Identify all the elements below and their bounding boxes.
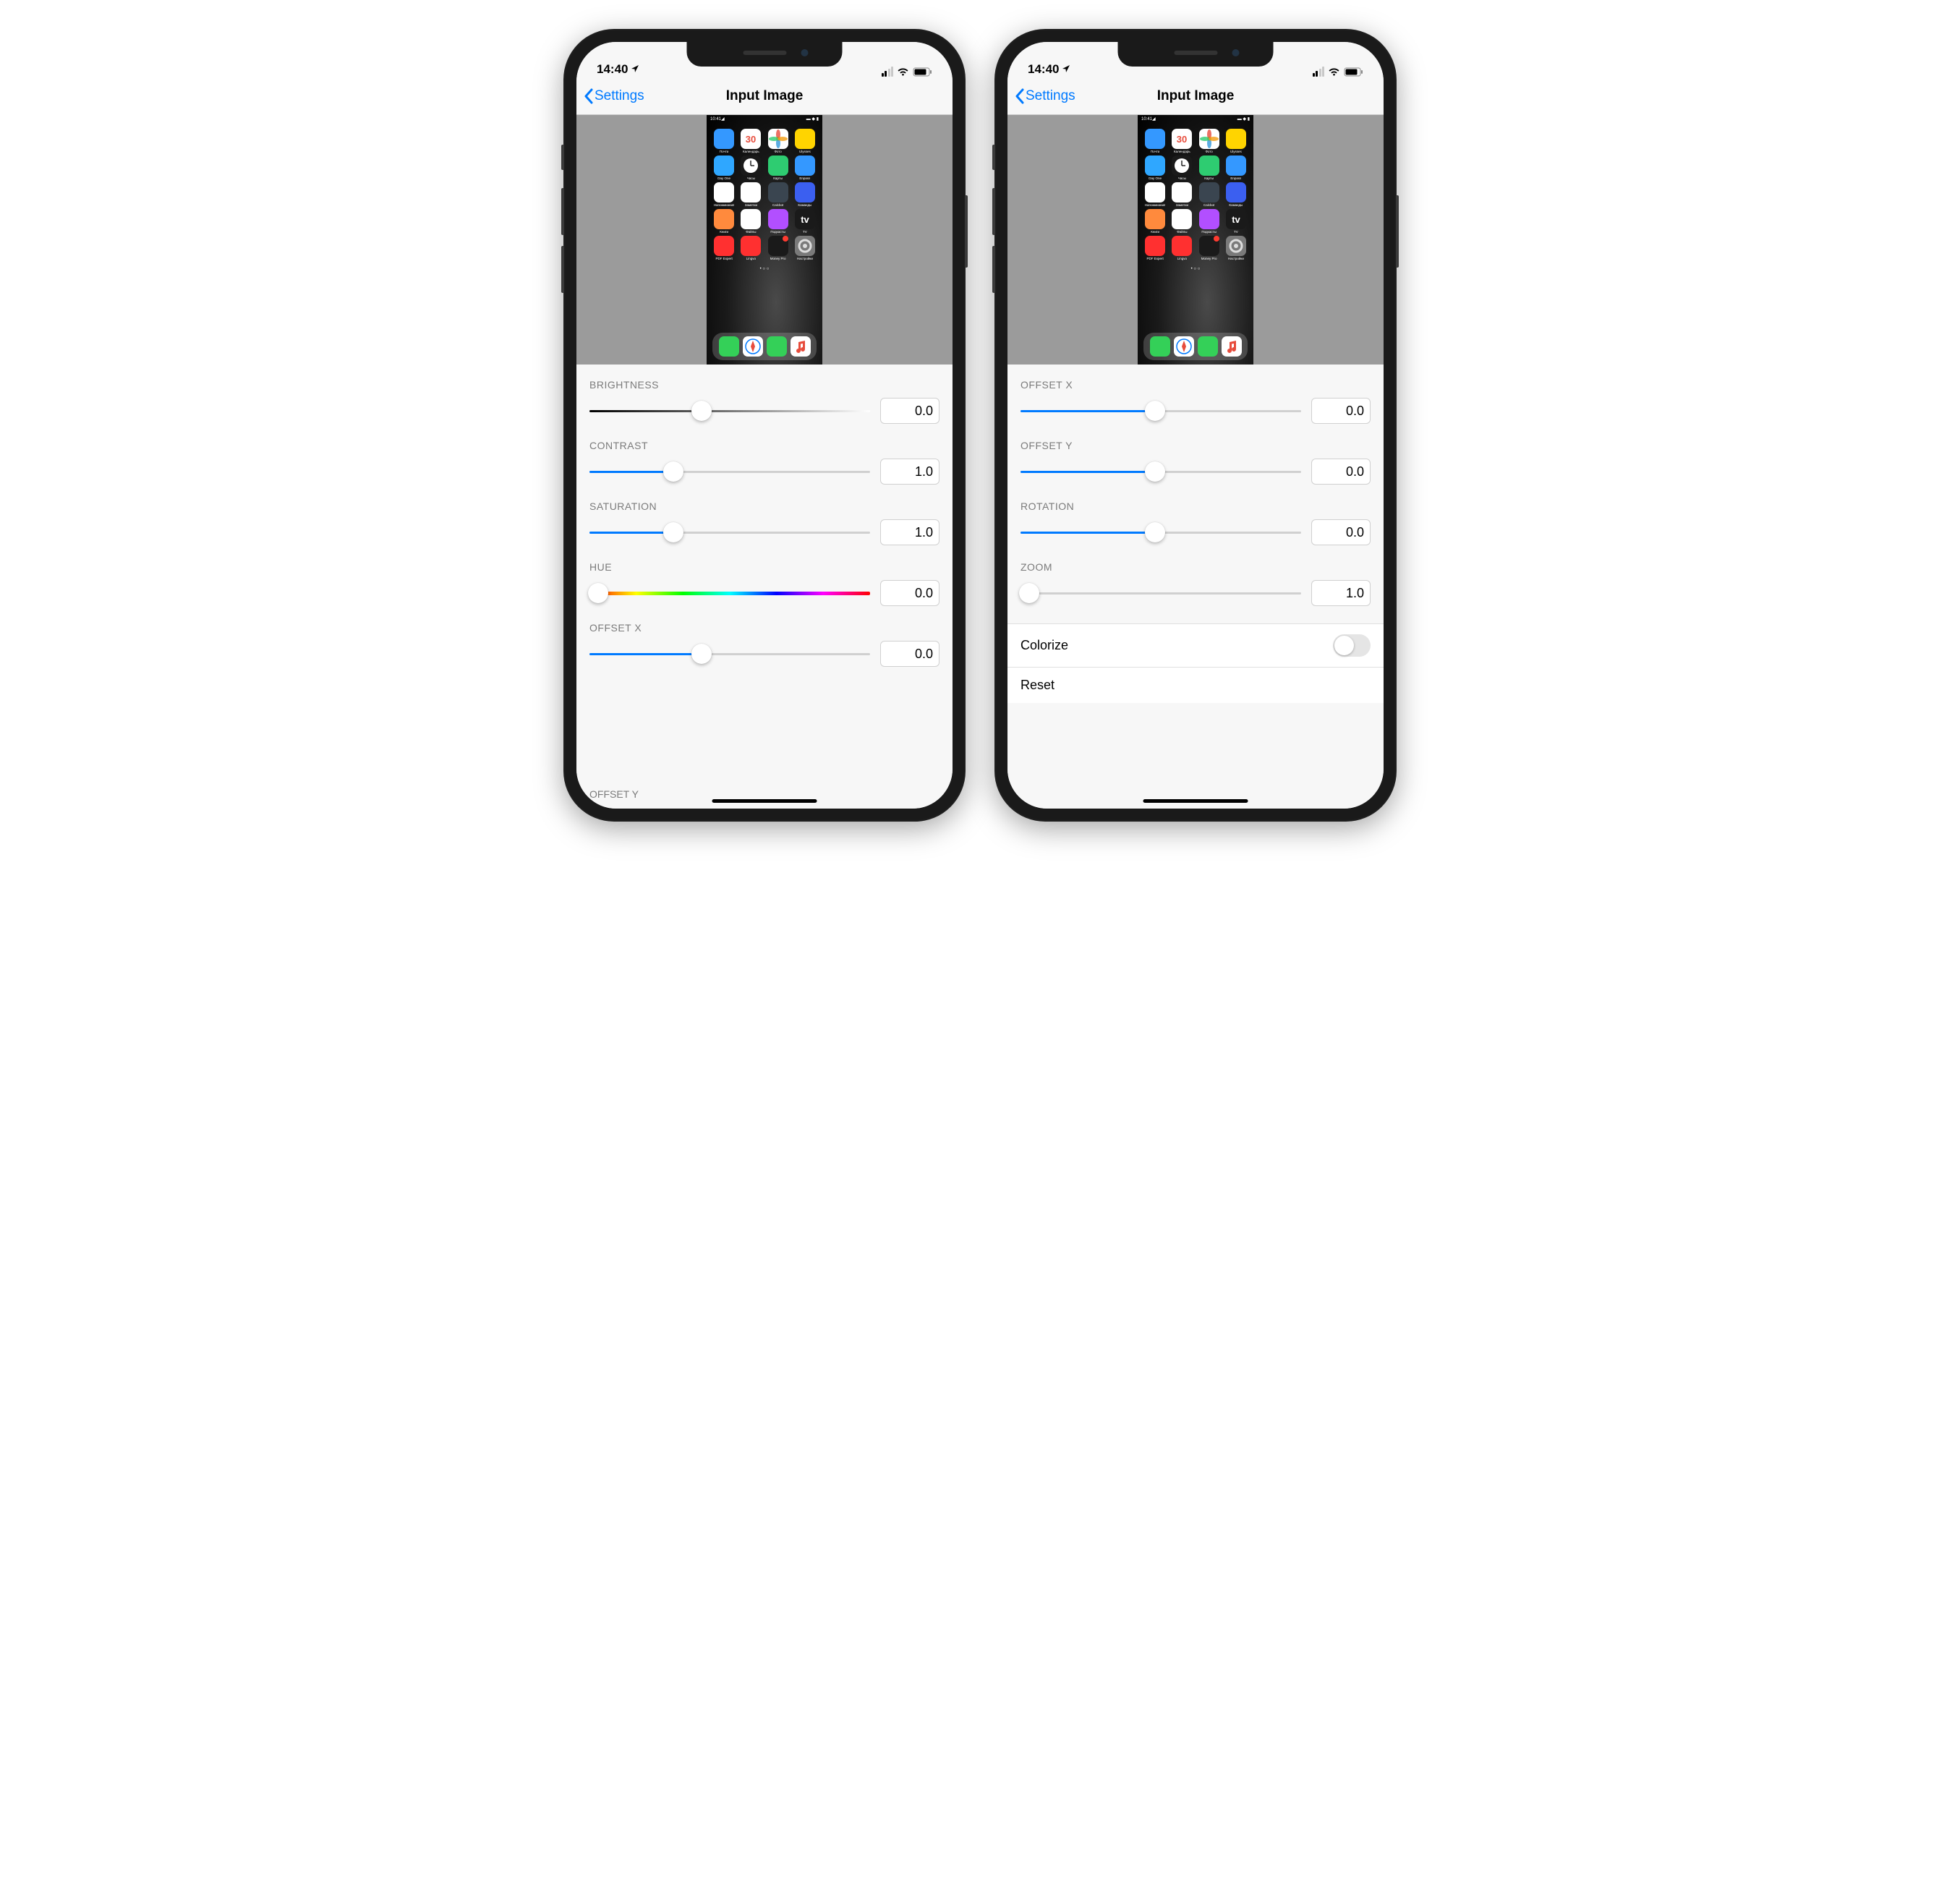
slider-label: OFFSET X [589,622,939,634]
slider-hue: HUE 0.0 [576,555,953,616]
notch [687,42,843,67]
slider-label: SATURATION [589,500,939,512]
slider-value[interactable]: 0.0 [1311,459,1371,485]
slider-zoom: ZOOM 1.0 [1007,555,1384,616]
slider-value[interactable]: 0.0 [880,398,939,424]
back-label: Settings [1026,88,1075,104]
slider-offset-y: OFFSET Y 0.0 [1007,434,1384,495]
slider-rotation: ROTATION 0.0 [1007,495,1384,555]
slider-label: BRIGHTNESS [589,379,939,391]
location-icon [1062,62,1070,77]
slider-value[interactable]: 0.0 [1311,398,1371,424]
slider-label: HUE [589,561,939,573]
image-preview[interactable]: 10:41◢▬ ◆ ▮Почта30КалендарьФотоUlyssesDa… [1007,115,1384,365]
slider-track[interactable] [1021,461,1301,482]
slider-track[interactable] [589,522,870,542]
slider-saturation: SATURATION 1.0 [576,495,953,555]
nav-bar: Settings Input Image [1007,78,1384,115]
notch [1118,42,1274,67]
phone-left: 14:40 Settings Input Image [563,29,966,822]
wifi-icon [1328,67,1340,77]
wifi-icon [897,67,909,77]
slider-label: ROTATION [1021,500,1371,512]
nav-bar: Settings Input Image [576,78,953,115]
status-time: 14:40 [1028,62,1059,77]
home-indicator[interactable] [1143,799,1248,803]
slider-track[interactable] [1021,583,1301,603]
phone-right: 14:40 Settings Input Image [994,29,1397,822]
chevron-left-icon [584,88,593,104]
slider-label-cut: OFFSET Y [589,788,639,800]
battery-icon [1344,67,1363,77]
signal-icon [1313,67,1325,77]
slider-track[interactable] [1021,401,1301,421]
back-button[interactable]: Settings [1015,88,1075,104]
slider-label: ZOOM [1021,561,1371,573]
slider-track[interactable] [589,644,870,664]
chevron-left-icon [1015,88,1024,104]
slider-contrast: CONTRAST 1.0 [576,434,953,495]
back-label: Settings [595,88,644,104]
row-colorize[interactable]: Colorize [1007,623,1384,667]
sliders-panel: OFFSET X 0.0 OFFSET Y 0.0 ROTATION 0.0 Z… [1007,365,1384,809]
row-reset[interactable]: Reset [1007,667,1384,703]
battery-icon [913,67,932,77]
svg-text:30: 30 [746,134,756,145]
slider-value[interactable]: 1.0 [880,459,939,485]
svg-text:tv: tv [801,214,809,225]
slider-track[interactable] [589,461,870,482]
slider-label: OFFSET X [1021,379,1371,391]
sliders-panel: BRIGHTNESS 0.0 CONTRAST 1.0 SATURATION 1… [576,365,953,809]
toggle[interactable] [1333,634,1371,657]
slider-value[interactable]: 0.0 [880,580,939,606]
back-button[interactable]: Settings [584,88,644,104]
slider-track[interactable] [589,401,870,421]
slider-track[interactable] [589,583,870,603]
slider-label: CONTRAST [589,440,939,451]
slider-track[interactable] [1021,522,1301,542]
svg-text:tv: tv [1232,214,1240,225]
slider-brightness: BRIGHTNESS 0.0 [576,373,953,434]
image-preview[interactable]: 10:41◢▬ ◆ ▮Почта30КалендарьФотоUlyssesDa… [576,115,953,365]
slider-offset-x: OFFSET X 0.0 [1007,373,1384,434]
slider-label: OFFSET Y [1021,440,1371,451]
slider-value[interactable]: 1.0 [1311,580,1371,606]
slider-value[interactable]: 0.0 [1311,519,1371,545]
status-time: 14:40 [597,62,628,77]
slider-value[interactable]: 1.0 [880,519,939,545]
home-indicator[interactable] [712,799,817,803]
svg-text:30: 30 [1177,134,1187,145]
signal-icon [882,67,894,77]
slider-value[interactable]: 0.0 [880,641,939,667]
slider-offset-x: OFFSET X 0.0 [576,616,953,677]
location-icon [631,62,639,77]
